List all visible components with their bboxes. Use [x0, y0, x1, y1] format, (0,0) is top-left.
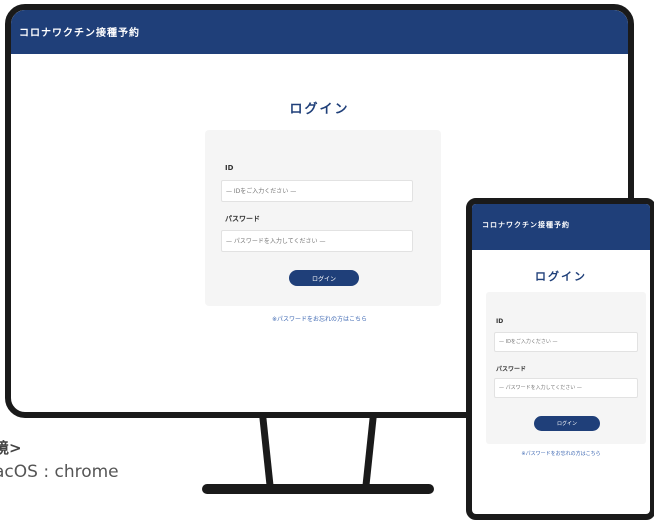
tablet-password-label: パスワード: [496, 366, 527, 373]
desktop-id-input[interactable]: [221, 180, 413, 202]
desktop-login-button[interactable]: ログイン: [289, 270, 359, 286]
tablet-id-input[interactable]: [494, 332, 638, 352]
tablet-login-card: ID パスワード ログイン: [486, 292, 646, 444]
monitor-stand-right-leg: [362, 416, 377, 488]
desktop-password-label: パスワード: [225, 215, 260, 223]
desktop-login-card: ID パスワード ログイン: [205, 130, 441, 306]
environment-line: acOS : chrome: [0, 462, 119, 482]
tablet-password-input[interactable]: [494, 378, 638, 398]
tablet-forgot-password-link[interactable]: ※パスワードをお忘れの方はこちら: [472, 450, 650, 457]
tablet-header-title: コロナワクチン接種予約: [482, 221, 570, 229]
tablet-header-bar: コロナワクチン接種予約: [472, 204, 650, 250]
tablet-login-button[interactable]: ログイン: [534, 416, 600, 431]
tablet-id-label: ID: [496, 318, 504, 325]
desktop-header-title: コロナワクチン接種予約: [19, 28, 140, 39]
tablet-page-title: ログイン: [535, 270, 587, 283]
tablet-frame: コロナワクチン接種予約 ログイン ID パスワード ログイン ※パスワードをお忘…: [466, 198, 654, 520]
environment-heading: 境>: [0, 439, 22, 457]
desktop-id-label: ID: [225, 164, 234, 172]
desktop-password-input[interactable]: [221, 230, 413, 252]
monitor-stand-left-leg: [259, 416, 274, 488]
environment-caption: 境> acOS : chrome: [0, 436, 119, 484]
monitor-stand-base: [202, 484, 434, 494]
desktop-page-title: ログイン: [289, 102, 350, 117]
desktop-header-bar: コロナワクチン接種予約: [11, 10, 628, 54]
